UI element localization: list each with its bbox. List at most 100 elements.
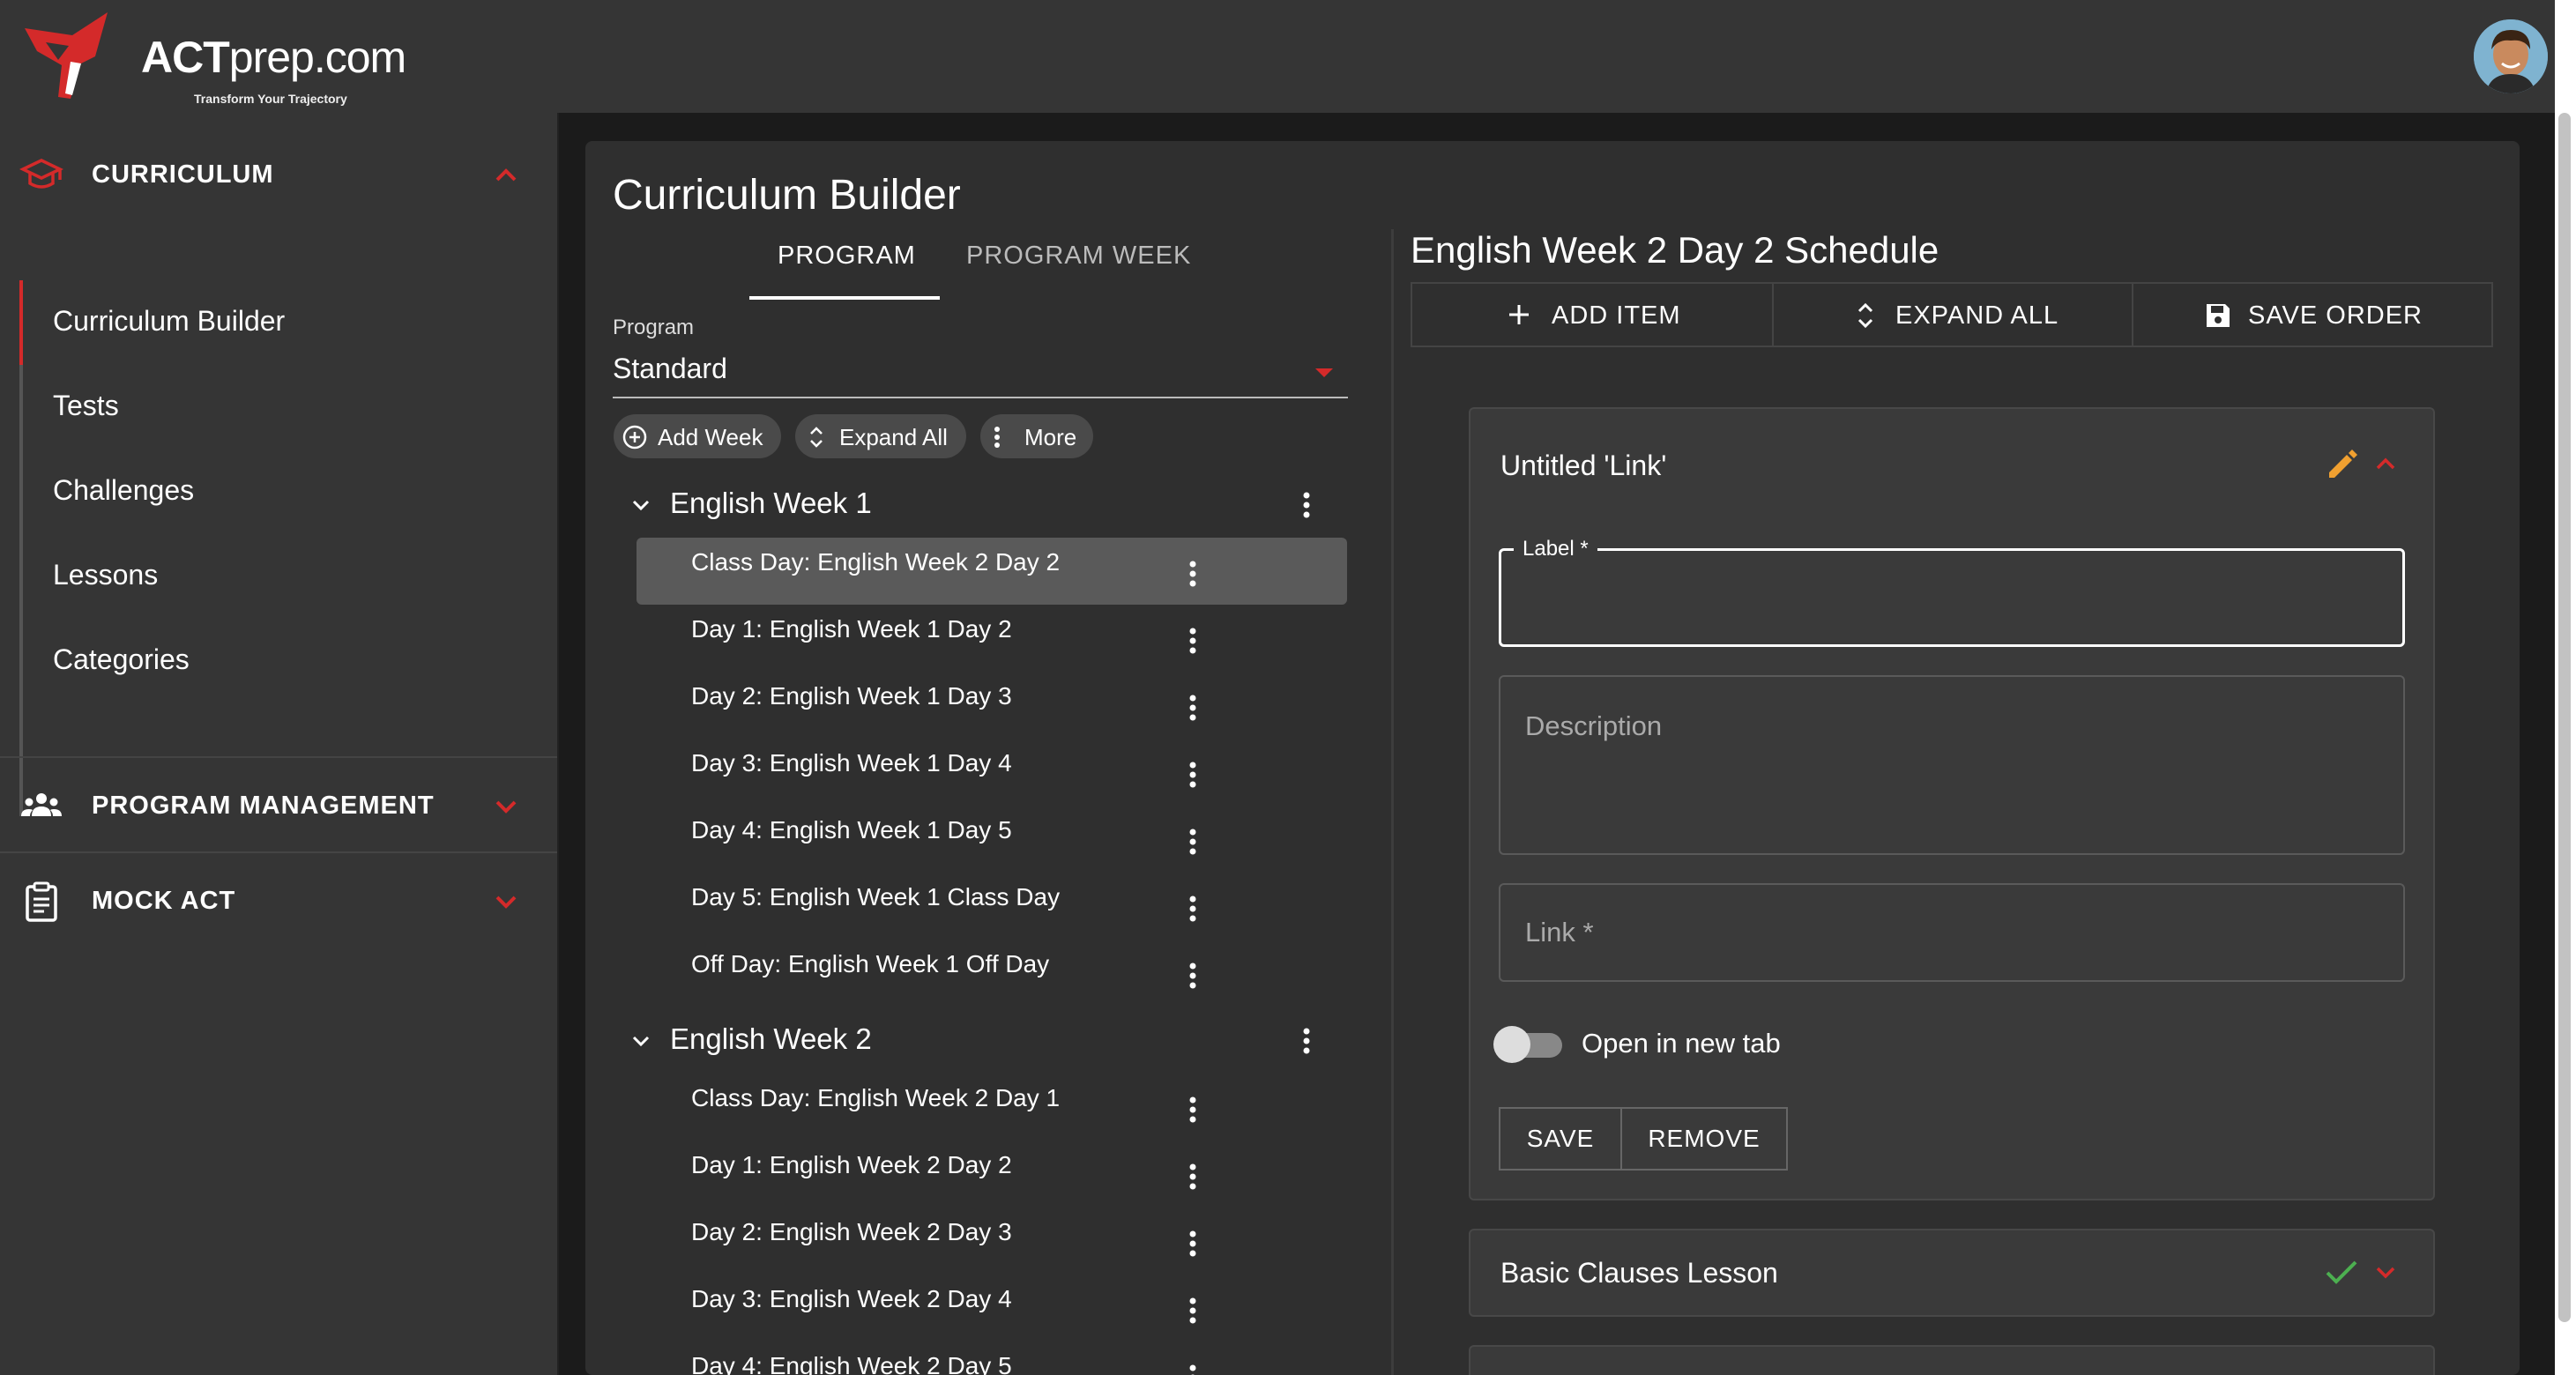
more-vertical-icon[interactable] — [1188, 827, 1197, 857]
more-vertical-icon[interactable] — [1188, 626, 1197, 656]
nav-active-indicator — [19, 280, 23, 365]
chevron-up-icon[interactable] — [2371, 450, 2400, 478]
more-vertical-icon[interactable] — [1188, 1095, 1197, 1125]
item-title: Untitled 'Link' — [1500, 450, 1667, 481]
list-item[interactable]: Off Day: English Week 1 Off Day — [637, 940, 1347, 1007]
description-placeholder: Description — [1525, 710, 1663, 741]
more-vertical-icon[interactable] — [1302, 490, 1311, 520]
description-field[interactable]: Description — [1499, 675, 2405, 855]
link-placeholder: Link * — [1525, 917, 1594, 948]
list-item[interactable]: Day 1: English Week 2 Day 2 — [637, 1141, 1347, 1208]
list-item[interactable]: Day 3: English Week 2 Day 4 — [637, 1275, 1347, 1342]
item-title: Basic Clauses Lesson — [1500, 1257, 1778, 1289]
check-icon — [2326, 1260, 2357, 1284]
more-vertical-icon[interactable] — [1188, 559, 1197, 589]
more-vertical-icon[interactable] — [1188, 894, 1197, 924]
dropdown-arrow-icon[interactable] — [1315, 368, 1333, 377]
chevron-down-icon — [495, 896, 517, 909]
toggle-label: Open in new tab — [1582, 1028, 1781, 1059]
more-vertical-icon[interactable] — [1302, 1026, 1311, 1056]
sidebar-item-tests[interactable]: Tests — [53, 390, 119, 422]
schedule-title: English Week 2 Day 2 Schedule — [1411, 229, 1939, 271]
unfold-more-icon — [1858, 302, 1873, 329]
sidebar: CURRICULUM Curriculum Builder Tests Chal… — [0, 113, 559, 1375]
day-label: Day 2: English Week 1 Day 3 — [691, 682, 1012, 710]
chevron-up-icon — [495, 168, 517, 182]
remove-button[interactable]: REMOVE — [1620, 1107, 1788, 1171]
pane-divider — [1391, 229, 1394, 1375]
save-button[interactable]: SAVE — [1499, 1107, 1622, 1171]
list-item[interactable]: Day 3: English Week 1 Day 4 — [637, 739, 1347, 806]
sidebar-section-curriculum[interactable]: CURRICULUM — [0, 127, 557, 219]
list-item[interactable]: Day 4: English Week 1 Day 5 — [637, 806, 1347, 873]
logo-mark-icon — [25, 12, 108, 99]
sidebar-section-mock-act[interactable]: MOCK ACT — [0, 853, 557, 945]
expand-all-button[interactable]: EXPAND ALL — [1772, 282, 2133, 347]
list-item[interactable]: Day 5: English Week 1 Class Day — [637, 873, 1347, 940]
user-avatar[interactable] — [2474, 19, 2548, 93]
list-item[interactable]: Day 2: English Week 2 Day 3 — [637, 1208, 1347, 1275]
add-circle-icon — [622, 425, 647, 450]
schedule-item-card[interactable]: Basic Clauses Lesson — [1469, 1229, 2435, 1317]
chevron-down-icon — [495, 800, 517, 814]
top-app-bar: ACTprep.com Transform Your Trajectory — [0, 0, 2555, 113]
brand-name: ACTprep.com — [141, 33, 406, 82]
day-label: Day 1: English Week 2 Day 2 — [691, 1151, 1012, 1178]
list-item[interactable]: Day 2: English Week 1 Day 3 — [637, 672, 1347, 739]
day-label: Day 1: English Week 1 Day 2 — [691, 615, 1012, 643]
sidebar-section-label: CURRICULUM — [92, 160, 274, 189]
list-item[interactable]: Class Day: English Week 2 Day 1 — [637, 1074, 1347, 1141]
chevron-down-icon[interactable] — [628, 1028, 654, 1054]
brand-tagline: Transform Your Trajectory — [194, 92, 347, 106]
list-item[interactable]: Day 1: English Week 1 Day 2 — [637, 605, 1347, 672]
chevron-down-icon[interactable] — [628, 492, 654, 518]
actprep-logo[interactable]: ACTprep.com Transform Your Trajectory — [19, 11, 407, 106]
chevron-down-icon[interactable] — [2371, 1259, 2400, 1287]
avatar-portrait-icon — [2474, 19, 2548, 93]
link-field[interactable]: Link * — [1499, 883, 2405, 982]
day-label: Day 5: English Week 1 Class Day — [691, 883, 1061, 910]
program-select[interactable]: Standard — [613, 353, 727, 385]
more-vertical-icon[interactable] — [1188, 1296, 1197, 1326]
list-item[interactable]: Class Day: English Week 2 Day 2 — [637, 538, 1347, 605]
sidebar-item-lessons[interactable]: Lessons — [53, 559, 158, 591]
unfold-more-icon — [810, 427, 823, 448]
day-label: Day 4: English Week 2 Day 5 — [691, 1352, 1012, 1375]
sidebar-item-categories[interactable]: Categories — [53, 643, 190, 676]
week-title[interactable]: English Week 2 — [670, 1022, 872, 1056]
add-item-button[interactable]: ADD ITEM — [1411, 282, 1774, 347]
more-vertical-icon[interactable] — [1188, 1363, 1197, 1375]
tab-program[interactable]: PROGRAM — [778, 242, 916, 271]
save-order-button[interactable]: SAVE ORDER — [2132, 282, 2493, 347]
graduation-cap-icon — [19, 159, 63, 189]
label-field[interactable]: Label * — [1499, 537, 2405, 647]
expand-all-chip[interactable]: Expand All — [795, 414, 966, 458]
list-item[interactable]: Day 4: English Week 2 Day 5 — [637, 1342, 1347, 1375]
more-vertical-icon[interactable] — [1188, 1229, 1197, 1259]
page-scrollbar-thumb[interactable] — [2558, 113, 2571, 1322]
day-label: Day 3: English Week 1 Day 4 — [691, 749, 1012, 777]
save-icon — [2207, 304, 2230, 327]
program-select-label: Program — [613, 316, 695, 339]
schedule-item-card[interactable] — [1469, 1345, 2435, 1375]
more-vertical-icon[interactable] — [1188, 760, 1197, 790]
sidebar-section-program-management[interactable]: PROGRAM MANAGEMENT — [0, 758, 557, 850]
more-vertical-icon[interactable] — [1188, 961, 1197, 991]
more-chip[interactable]: More — [980, 414, 1093, 458]
more-vertical-icon[interactable] — [1188, 693, 1197, 723]
sidebar-item-curriculum-builder[interactable]: Curriculum Builder — [53, 305, 285, 338]
toggle-knob[interactable] — [1493, 1026, 1530, 1063]
day-label: Day 4: English Week 1 Day 5 — [691, 816, 1012, 844]
tab-active-indicator — [749, 296, 940, 300]
tab-program-week[interactable]: PROGRAM WEEK — [966, 242, 1191, 271]
edit-pencil-icon[interactable] — [2324, 446, 2359, 481]
week-title[interactable]: English Week 1 — [670, 487, 872, 520]
add-week-button[interactable]: Add Week — [614, 414, 781, 458]
sidebar-item-challenges[interactable]: Challenges — [53, 474, 194, 507]
day-label: Day 2: English Week 2 Day 3 — [691, 1218, 1012, 1245]
more-vertical-icon[interactable] — [1188, 1162, 1197, 1192]
clipboard-icon — [26, 881, 57, 922]
day-label: Class Day: English Week 2 Day 1 — [691, 1084, 1061, 1111]
sidebar-section-label: PROGRAM MANAGEMENT — [92, 792, 435, 820]
label-field-label: Label * — [1514, 537, 1597, 561]
